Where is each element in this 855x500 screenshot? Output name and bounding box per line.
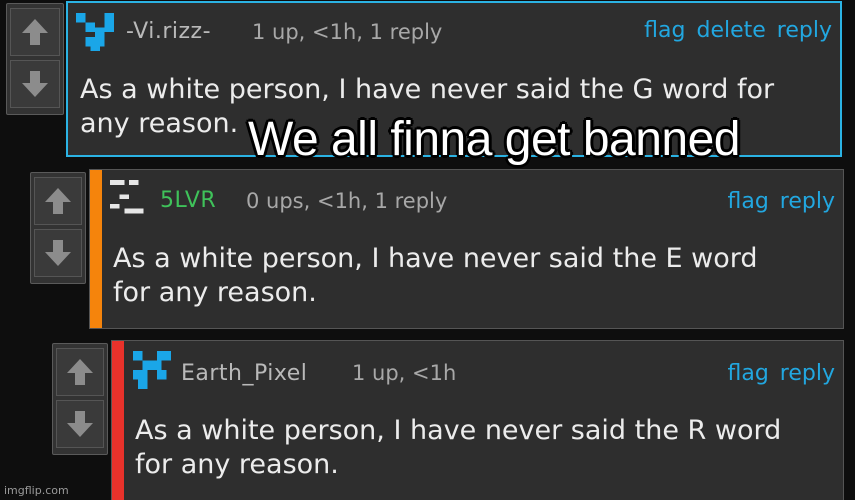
watermark: imgflip.com	[4, 484, 69, 497]
comment-text-line: for any reason.	[113, 277, 317, 308]
thread-accent-bar	[90, 170, 102, 328]
reply-link[interactable]: reply	[780, 361, 835, 386]
comment-username[interactable]: 5LVR	[160, 188, 216, 213]
flag-link[interactable]: flag	[644, 18, 685, 43]
pixel-avatar-white-icon	[110, 180, 144, 214]
comment-username[interactable]: Earth_Pixel	[181, 361, 307, 386]
arrow-down-icon	[22, 71, 48, 97]
comment-actions: flag reply	[727, 361, 835, 386]
pixel-avatar-blue-icon	[76, 13, 114, 51]
arrow-up-icon	[22, 19, 48, 45]
comment-text-line: As a white person, I have never said the…	[113, 243, 758, 274]
vote-column	[52, 343, 108, 455]
comment-actions: flag delete reply	[644, 18, 832, 43]
arrow-down-icon	[67, 411, 93, 437]
arrow-up-icon	[45, 188, 71, 214]
comment-text: As a white person, I have never said the…	[113, 242, 758, 310]
comment-actions: flag reply	[727, 189, 835, 214]
thread-accent-bar	[112, 341, 124, 500]
comment-meta: 1 up, <1h	[352, 361, 457, 385]
upvote-button[interactable]	[10, 8, 60, 56]
comment-meta: 0 ups, <1h, 1 reply	[246, 189, 448, 213]
meme-caption: We all finna get banned	[248, 113, 740, 166]
reply-link[interactable]: reply	[780, 189, 835, 214]
comment-text: As a white person, I have never said the…	[135, 414, 781, 482]
comment-username[interactable]: -Vi.rizz-	[126, 19, 211, 44]
reply-link[interactable]: reply	[777, 18, 832, 43]
vote-column	[6, 3, 64, 115]
comment-card: 5LVR 0 ups, <1h, 1 reply flag reply As a…	[89, 169, 844, 329]
downvote-button[interactable]	[56, 400, 104, 448]
upvote-button[interactable]	[34, 177, 82, 225]
flag-link[interactable]: flag	[727, 189, 768, 214]
comment-meta: 1 up, <1h, 1 reply	[252, 20, 443, 44]
pixel-avatar-blue-icon	[133, 351, 171, 389]
vote-column	[30, 172, 86, 284]
downvote-button[interactable]	[10, 60, 60, 108]
arrow-up-icon	[67, 359, 93, 385]
comment-text-line: As a white person, I have never said the…	[80, 74, 775, 105]
comment-text-line: As a white person, I have never said the…	[135, 415, 782, 446]
downvote-button[interactable]	[34, 229, 82, 277]
upvote-button[interactable]	[56, 348, 104, 396]
flag-link[interactable]: flag	[727, 361, 768, 386]
arrow-down-icon	[45, 240, 71, 266]
comment-card: Earth_Pixel 1 up, <1h flag reply As a wh…	[111, 340, 844, 500]
delete-link[interactable]: delete	[696, 18, 765, 43]
comment-text-line: for any reason.	[135, 449, 339, 480]
